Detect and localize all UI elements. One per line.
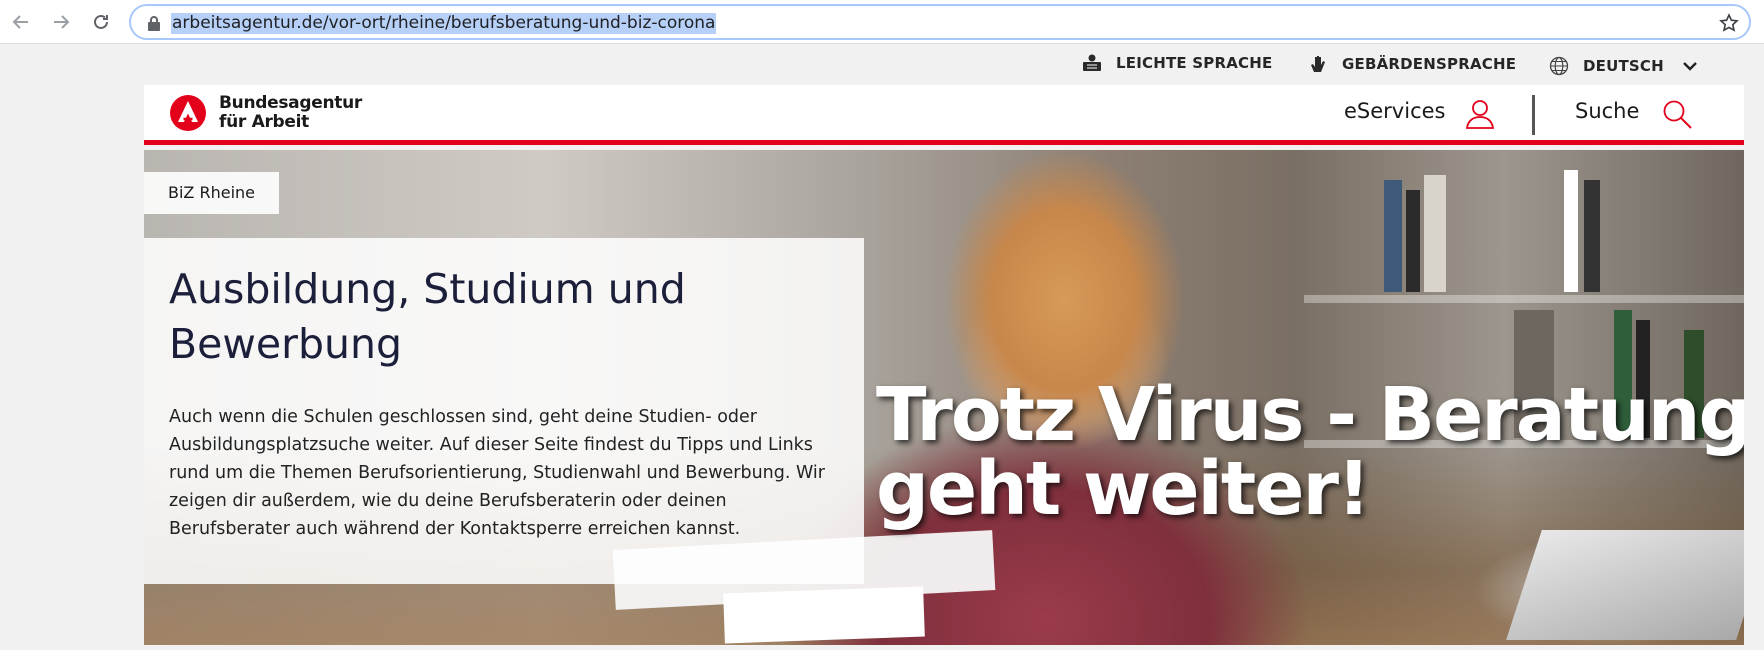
address-bar[interactable]: arbeitsagentur.de/vor-ort/rheine/berufsb…: [129, 4, 1751, 40]
eservices-link[interactable]: eServices: [1344, 99, 1445, 123]
bookmark-star-icon[interactable]: [1719, 13, 1739, 33]
url-text[interactable]: arbeitsagentur.de/vor-ort/rheine/berufsb…: [171, 13, 717, 34]
user-icon[interactable]: [1464, 98, 1496, 130]
back-button[interactable]: [8, 9, 34, 35]
hero-banner: BiZ Rheine Ausbildung, Studium und Bewer…: [144, 150, 1744, 645]
easy-language-label: LEICHTE SPRACHE: [1116, 54, 1273, 72]
book: [1564, 170, 1578, 292]
paper: [723, 586, 925, 644]
forward-button[interactable]: [48, 9, 74, 35]
page-title: Ausbildung, Studium und Bewerbung: [169, 265, 686, 368]
hand-icon: [1311, 56, 1325, 72]
arrow-right-icon: [54, 15, 70, 29]
logo-line-2: für Arbeit: [219, 112, 309, 132]
logo-line-1: Bundesagentur: [219, 93, 362, 113]
globe-icon: [1549, 56, 1569, 76]
header-divider: [1532, 95, 1535, 135]
ba-logo-icon[interactable]: [170, 95, 206, 131]
hero-headline: Trotz Virus - Beratung geht weiter!: [876, 378, 1744, 526]
book: [1406, 190, 1420, 292]
sign-language-link[interactable]: GEBÄRDENSPRACHE: [1308, 54, 1516, 74]
hero-text-panel: Ausbildung, Studium und Bewerbung Auch w…: [144, 238, 864, 584]
site-header: Bundesagentur für Arbeit eServices Suche: [144, 85, 1744, 145]
logo-text[interactable]: Bundesagentur für Arbeit: [219, 94, 362, 132]
headline-line-1: Trotz Virus - Beratung: [876, 372, 1744, 458]
browser-toolbar: arbeitsagentur.de/vor-ort/rheine/berufsb…: [0, 0, 1764, 44]
arrow-left-icon: [12, 15, 28, 29]
book: [1424, 175, 1446, 292]
book: [1384, 180, 1402, 292]
shelf: [1304, 295, 1744, 303]
search-link[interactable]: Suche: [1575, 99, 1639, 123]
reload-icon: [94, 14, 108, 29]
lock-icon: [148, 16, 160, 31]
easy-language-link[interactable]: LEICHTE SPRACHE: [1082, 54, 1272, 72]
reload-button[interactable]: [88, 9, 114, 35]
language-selector[interactable]: DEUTSCH: [1549, 56, 1698, 76]
hero-description: Auch wenn die Schulen geschlossen sind, …: [169, 407, 825, 539]
sign-language-label: GEBÄRDENSPRACHE: [1342, 55, 1517, 73]
search-icon[interactable]: [1661, 98, 1693, 130]
laptop: [1506, 530, 1744, 640]
language-label: DEUTSCH: [1583, 57, 1664, 75]
headline-line-2: geht weiter!: [876, 446, 1371, 532]
biz-rheine-tag[interactable]: BiZ Rheine: [144, 172, 279, 214]
easy-language-icon: [1083, 54, 1101, 71]
utility-bar: LEICHTE SPRACHE GEBÄRDENSPRACHE DEUTSCH: [0, 44, 1764, 85]
book: [1584, 180, 1600, 292]
chevron-down-icon: [1683, 62, 1697, 71]
